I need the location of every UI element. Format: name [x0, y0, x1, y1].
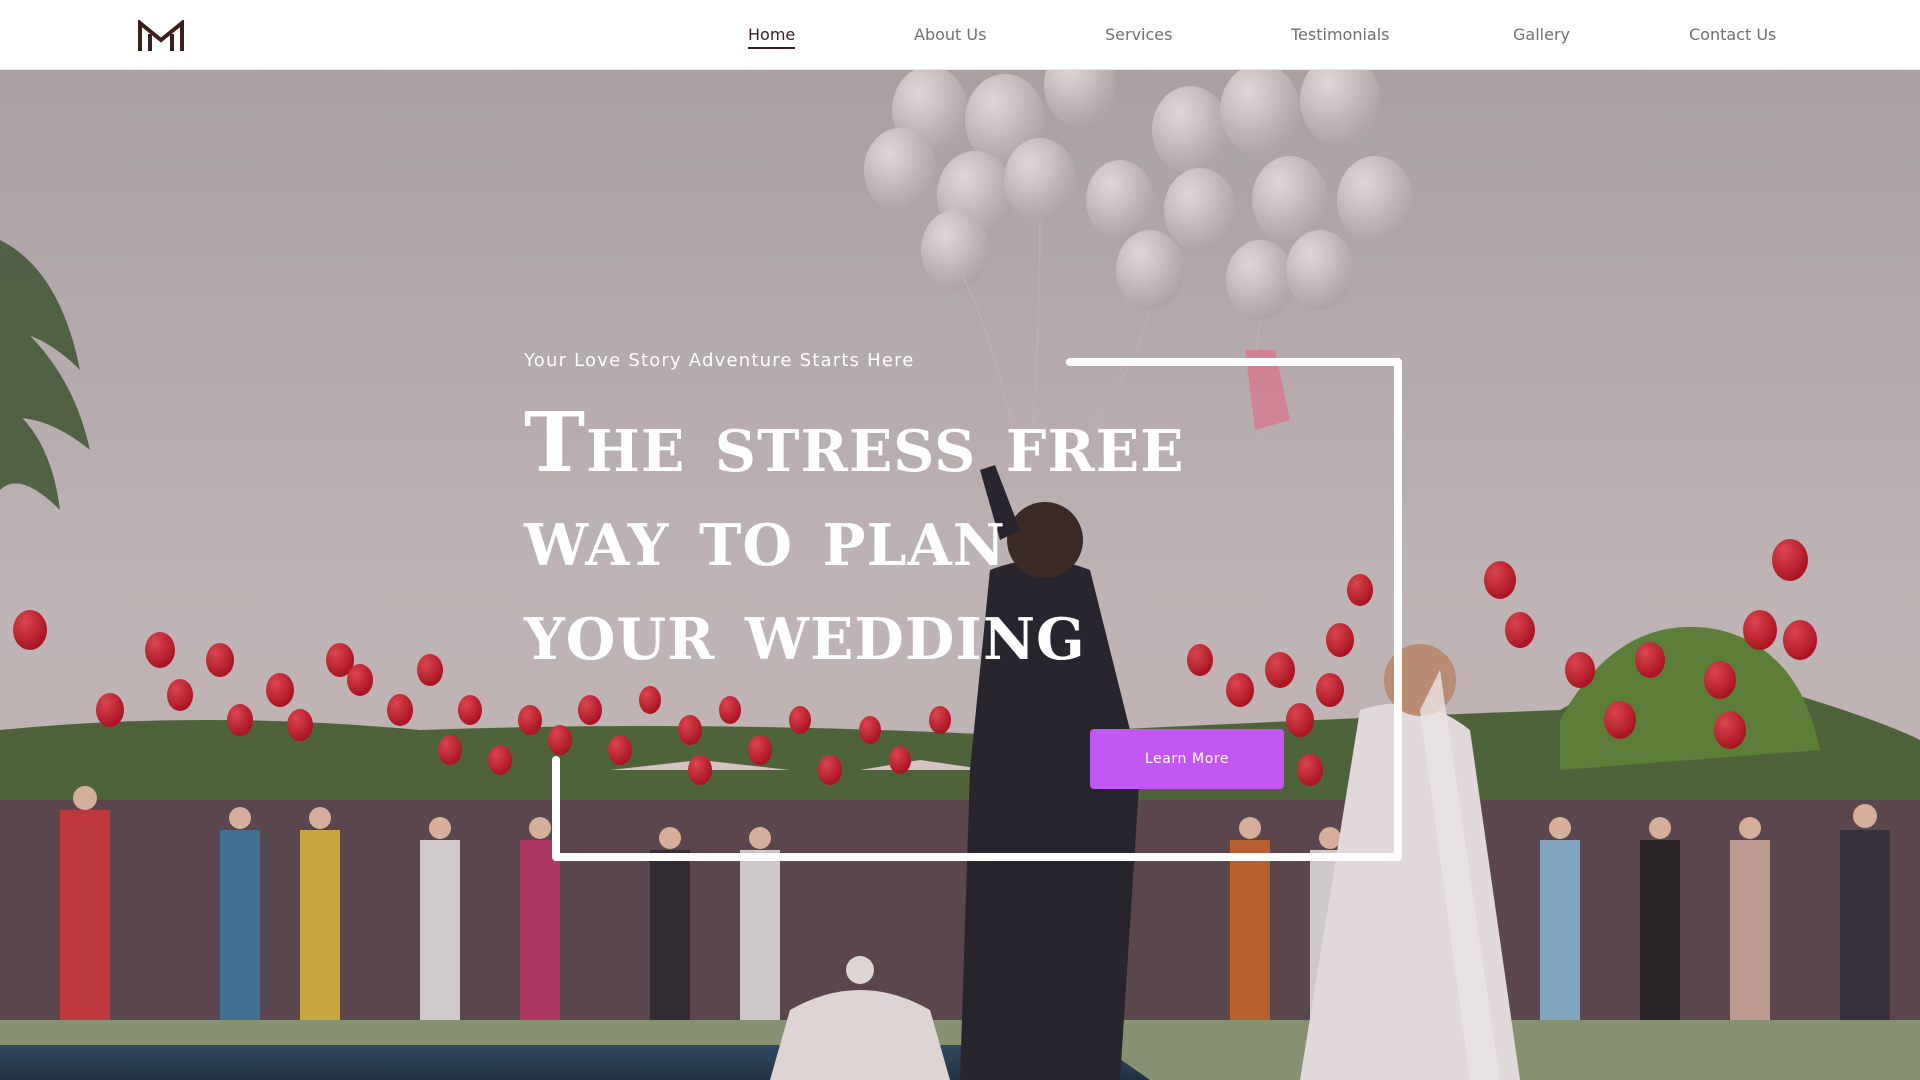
- hero-section: Your Love Story Adventure Starts Here Th…: [0, 70, 1920, 1080]
- nav-gallery[interactable]: Gallery: [1513, 24, 1570, 46]
- nav-about-us[interactable]: About Us: [914, 24, 986, 46]
- headline-line-3: your wedding: [524, 583, 1086, 679]
- nav-services[interactable]: Services: [1105, 24, 1172, 46]
- headline-line-2: way to plan: [524, 489, 1006, 585]
- learn-more-button[interactable]: Learn More: [1090, 729, 1284, 789]
- hero-tagline: Your Love Story Adventure Starts Here: [524, 350, 915, 371]
- nav-contact-us[interactable]: Contact Us: [1689, 24, 1776, 46]
- main-nav: Home About Us Services Testimonials Gall…: [0, 0, 1920, 70]
- headline-line-1: The stress free: [524, 395, 1185, 491]
- nav-testimonials[interactable]: Testimonials: [1291, 24, 1390, 46]
- nav-home[interactable]: Home: [748, 24, 796, 49]
- hero-headline: The stress free way to plan your wedding: [524, 396, 1344, 678]
- site-header: Home About Us Services Testimonials Gall…: [0, 0, 1920, 70]
